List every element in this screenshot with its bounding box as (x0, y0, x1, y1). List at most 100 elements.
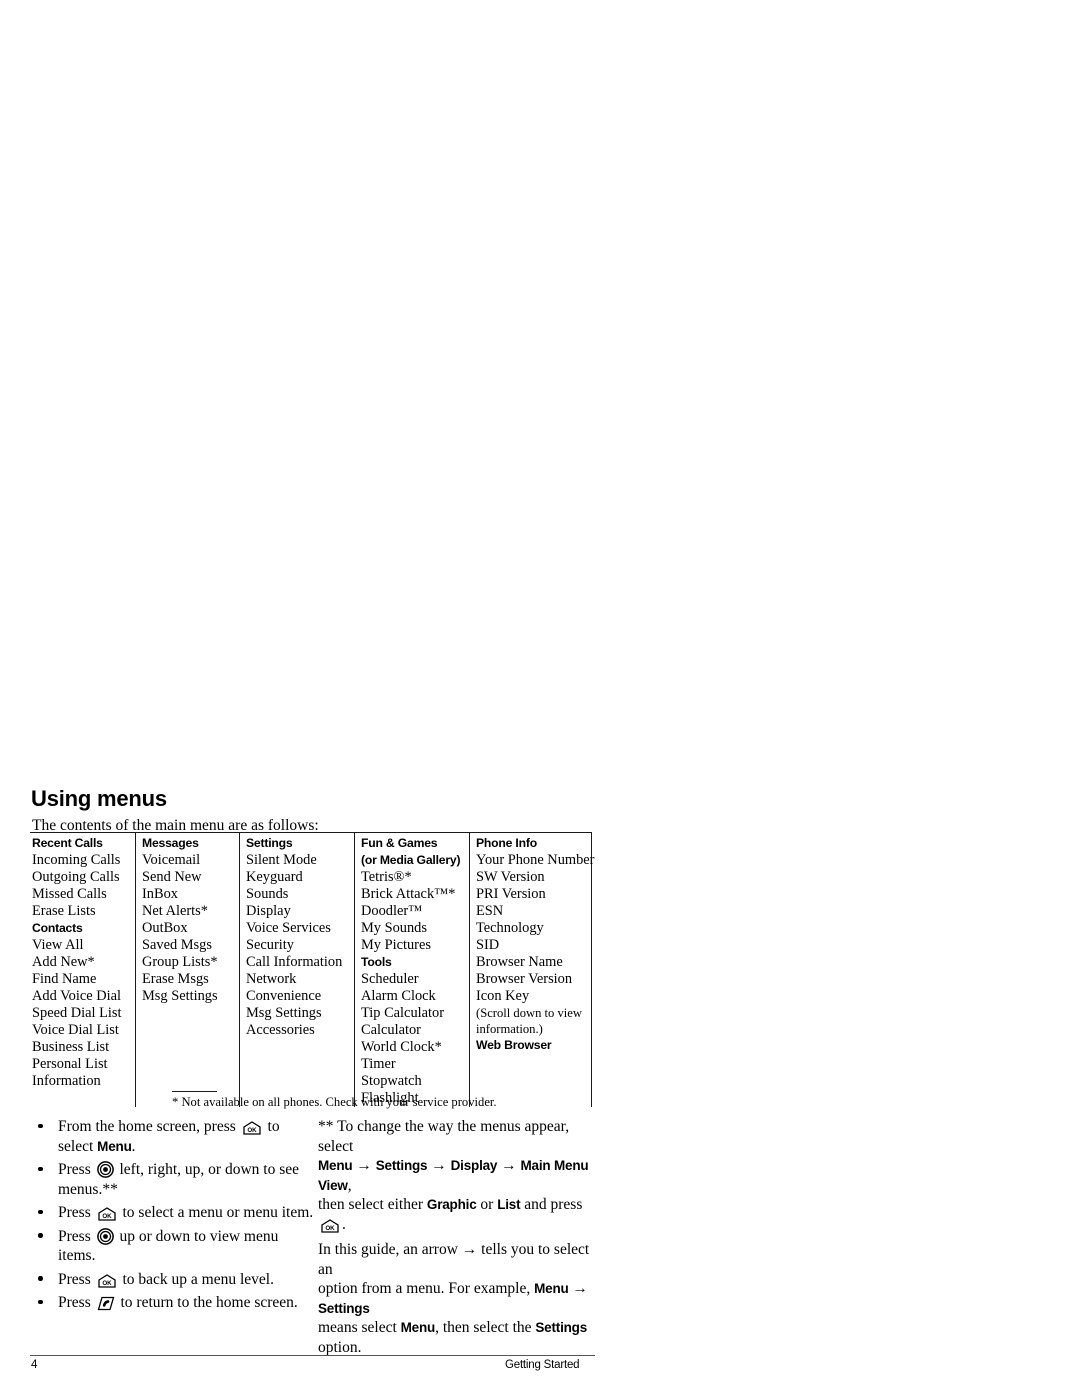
note-text-part: or (476, 1196, 498, 1213)
menu-item: Network (246, 971, 297, 987)
ui-term: Settings (535, 1320, 588, 1335)
list-item: Press to return to the home screen. (34, 1293, 314, 1313)
menu-item: Sounds (246, 886, 289, 902)
main-menu-table: Recent Calls Incoming Calls Outgoing Cal… (30, 832, 594, 1107)
svg-text:OK: OK (102, 1280, 112, 1287)
menu-item: Speed Dial List (32, 1005, 122, 1021)
column-heading: Fun & Games (361, 836, 438, 850)
menu-item: Scheduler (361, 971, 419, 987)
menu-item: Net Alerts* (142, 903, 208, 919)
menu-item: Add New* (32, 954, 95, 970)
ui-term: Settings (318, 1300, 370, 1316)
bullet-dot (38, 1209, 43, 1214)
menu-item: Msg Settings (142, 988, 218, 1004)
menu-item: Voice Dial List (32, 1022, 119, 1038)
column-subheading-tools: Tools (361, 955, 392, 969)
bullet-text-part: menus.** (58, 1180, 118, 1198)
menu-item: Display (246, 903, 291, 919)
menu-item: Personal List (32, 1056, 108, 1072)
ui-term: Menu (534, 1281, 569, 1296)
menu-item: OutBox (142, 920, 188, 936)
menu-view-note-column: ** To change the way the menus appear, s… (318, 1117, 603, 1363)
note-text-part: and press (520, 1196, 583, 1213)
menu-item: SW Version (476, 869, 545, 885)
bullet-dot (38, 1233, 43, 1238)
menu-item: SID (476, 937, 500, 953)
menu-column-phone-info: Phone Info Your Phone Number SW Version … (470, 833, 594, 1107)
menu-item: Keyguard (246, 869, 303, 885)
menu-item: Tip Calculator (361, 1005, 445, 1021)
manual-page: Using menus The contents of the main men… (0, 0, 1080, 1397)
column-heading-alt: (or Media Gallery) (361, 853, 461, 867)
bullet-text-part: Press (58, 1161, 95, 1178)
ui-term: Menu (400, 1320, 436, 1335)
bullet-text-part: . (131, 1137, 136, 1155)
ok-key-icon: OK (242, 1121, 262, 1135)
menu-item: Alarm Clock (361, 988, 436, 1004)
footnote-separator (172, 1091, 217, 1092)
menu-item: Brick Attack™* (361, 886, 456, 902)
column-heading: Recent Calls (32, 836, 103, 850)
menu-item: Add Voice Dial (32, 988, 121, 1004)
end-call-key-icon (97, 1296, 115, 1311)
bullet-text-part: Press (58, 1294, 95, 1311)
instruction-bullet-list: From the home screen, press OK to select… (34, 1117, 314, 1317)
page-number: 4 (31, 1359, 38, 1371)
menu-column-messages: Messages Voicemail Send New InBox Net Al… (136, 833, 240, 1107)
menu-item: Browser Name (476, 954, 563, 970)
menu-item: Tetris®* (361, 869, 412, 885)
menu-item: Calculator (361, 1022, 421, 1038)
menu-item: World Clock* (361, 1039, 442, 1055)
menu-item: Business List (32, 1039, 110, 1055)
bullet-text-part: select (58, 1137, 98, 1155)
column-heading: Messages (142, 836, 199, 850)
svg-text:OK: OK (102, 1213, 112, 1220)
note-text-part: . (342, 1215, 346, 1233)
note-text-part: ** To change the way the menus appear, s… (318, 1118, 570, 1155)
note-text-part: then select either (318, 1196, 427, 1213)
bullet-dot (38, 1166, 43, 1171)
svg-text:OK: OK (247, 1127, 257, 1134)
bullet-text-part: to select a menu or menu item. (118, 1204, 314, 1221)
menu-item: Erase Lists (32, 903, 96, 919)
ui-term: Display (450, 1158, 498, 1173)
note-text-part: , (347, 1176, 352, 1194)
arrow-glyph: → (497, 1157, 521, 1174)
ui-term: List (497, 1197, 521, 1212)
bullet-text-part: Press (58, 1227, 95, 1245)
navigation-ring-icon (96, 1161, 114, 1178)
menu-item-note: information.) (476, 1022, 543, 1036)
note-text-part: option from a menu. For example, (318, 1280, 535, 1297)
ui-term: Graphic (426, 1197, 477, 1212)
list-item: Press left, right, up, or down to see me… (34, 1160, 314, 1199)
menu-column-settings: Settings Silent Mode Keyguard Sounds Dis… (240, 833, 355, 1107)
ok-key-icon: OK (97, 1207, 117, 1221)
bullet-text-part: to (263, 1118, 280, 1135)
menu-item: Find Name (32, 971, 97, 987)
bullet-dot (38, 1123, 43, 1128)
list-item: Press OK to back up a menu level. (34, 1270, 314, 1290)
footnote-text: * Not available on all phones. Check wit… (172, 1095, 497, 1109)
menu-item: Icon Key (476, 988, 530, 1004)
menu-item: My Pictures (361, 937, 431, 953)
arrow-glyph: → (427, 1157, 451, 1174)
menu-item: ESN (476, 903, 504, 919)
note-text-part: , then select the (435, 1319, 536, 1336)
menu-item: Voice Services (246, 920, 331, 936)
menu-item: Outgoing Calls (32, 869, 120, 885)
menu-item: Technology (476, 920, 544, 936)
menu-item: Accessories (246, 1022, 315, 1038)
bullet-text-part: left, right, up, or down to see (115, 1161, 299, 1178)
menu-item: Call Information (246, 954, 343, 970)
menu-item-note: (Scroll down to view (476, 1006, 582, 1020)
bullet-text-part: Press (58, 1204, 95, 1221)
bullet-text-part: From the home screen, press (58, 1118, 240, 1135)
arrow-glyph: → (352, 1157, 376, 1174)
menu-item: Erase Msgs (142, 971, 209, 987)
menu-item: Information (32, 1073, 101, 1089)
footer-separator (30, 1355, 595, 1356)
note-paragraph-1: ** To change the way the menus appear, s… (318, 1117, 603, 1234)
menu-item: Doodler™ (361, 903, 423, 919)
ui-term: Settings (375, 1158, 428, 1173)
menu-item: Stopwatch (361, 1073, 422, 1089)
